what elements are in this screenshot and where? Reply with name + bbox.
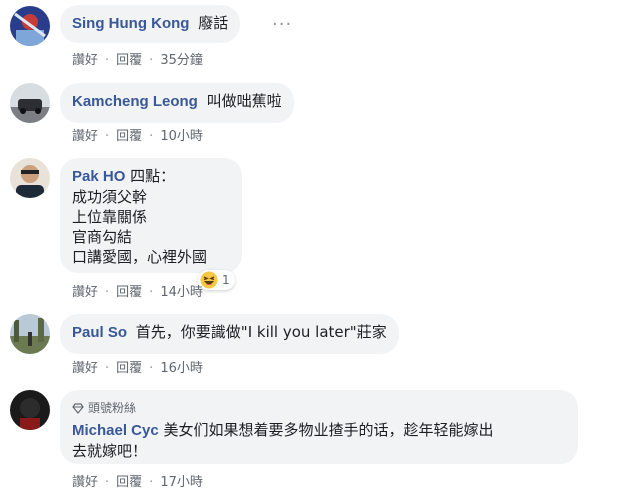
comment-text-line: 口講愛國，心裡外國 xyxy=(72,248,208,266)
comment-bubble: Pak HO 四點： 成功須父幹 上位靠關係 官商勾結 口講愛國，心裡外國 xyxy=(60,158,242,273)
comment-text: 首先，你要識做"I kill you later"莊家 xyxy=(135,323,387,341)
comment-text-line: 四點： xyxy=(130,167,176,185)
comment-actions: 讚好 · 回覆 · 35分鐘 xyxy=(72,53,203,68)
comment-text: 廢話 xyxy=(198,14,229,32)
reply-button[interactable]: 回覆 xyxy=(116,361,142,376)
like-button[interactable]: 讚好 xyxy=(72,475,98,490)
comment-text: 叫做咄蕉啦 xyxy=(206,92,282,110)
reply-button[interactable]: 回覆 xyxy=(116,53,142,68)
badge-label: 頭號粉絲 xyxy=(88,401,137,415)
author-name[interactable]: Paul So xyxy=(72,324,127,341)
reaction-count: 1 xyxy=(222,273,230,287)
comment-text-line: 上位靠關係 xyxy=(72,208,148,226)
timestamp[interactable]: 10小時 xyxy=(160,129,203,144)
comment-bubble: Kamcheng Leong 叫做咄蕉啦 xyxy=(60,83,294,123)
comment-actions: 讚好 · 回覆 · 14小時 xyxy=(72,285,203,300)
like-button[interactable]: 讚好 xyxy=(72,53,98,68)
comment-text-line: 去就嫁吧！ xyxy=(72,442,148,460)
timestamp[interactable]: 35分鐘 xyxy=(160,53,203,68)
comment-actions: 讚好 · 回覆 · 16小時 xyxy=(72,361,203,376)
comment-text-line: 成功須父幹 xyxy=(72,188,148,206)
avatar[interactable] xyxy=(10,83,50,123)
author-name[interactable]: Pak HO xyxy=(72,168,125,185)
reply-button[interactable]: 回覆 xyxy=(116,285,142,300)
author-name[interactable]: Sing Hung Kong xyxy=(72,15,189,32)
comment-text-line: 官商勾結 xyxy=(72,228,133,246)
reply-button[interactable]: 回覆 xyxy=(116,475,142,490)
ellipsis-icon[interactable]: ··· xyxy=(272,14,292,35)
comment-actions: 讚好 · 回覆 · 17小時 xyxy=(72,475,203,490)
timestamp[interactable]: 14小時 xyxy=(160,285,203,300)
like-button[interactable]: 讚好 xyxy=(72,285,98,300)
timestamp[interactable]: 17小時 xyxy=(160,475,203,490)
diamond-icon xyxy=(72,402,84,414)
like-button[interactable]: 讚好 xyxy=(72,129,98,144)
comment-text-line: 美女们如果想着要多物业揸手的话，趁年轻能嫁出 xyxy=(163,421,494,439)
top-fan-badge: 頭號粉絲 xyxy=(72,398,566,418)
like-button[interactable]: 讚好 xyxy=(72,361,98,376)
reply-button[interactable]: 回覆 xyxy=(116,129,142,144)
reaction-summary[interactable]: 1 xyxy=(198,270,235,290)
avatar[interactable] xyxy=(10,6,50,46)
timestamp[interactable]: 16小時 xyxy=(160,361,203,376)
comment-bubble: 頭號粉絲 Michael Cyc 美女们如果想着要多物业揸手的话，趁年轻能嫁出 … xyxy=(60,390,578,464)
author-name[interactable]: Kamcheng Leong xyxy=(72,93,198,110)
comment-actions: 讚好 · 回覆 · 10小時 xyxy=(72,129,203,144)
avatar[interactable] xyxy=(10,390,50,430)
author-name[interactable]: Michael Cyc xyxy=(72,422,159,439)
comment-bubble: Paul So 首先，你要識做"I kill you later"莊家 xyxy=(60,314,399,354)
comment-bubble: Sing Hung Kong 廢話 xyxy=(60,5,241,43)
avatar[interactable] xyxy=(10,314,50,354)
avatar[interactable] xyxy=(10,158,50,198)
